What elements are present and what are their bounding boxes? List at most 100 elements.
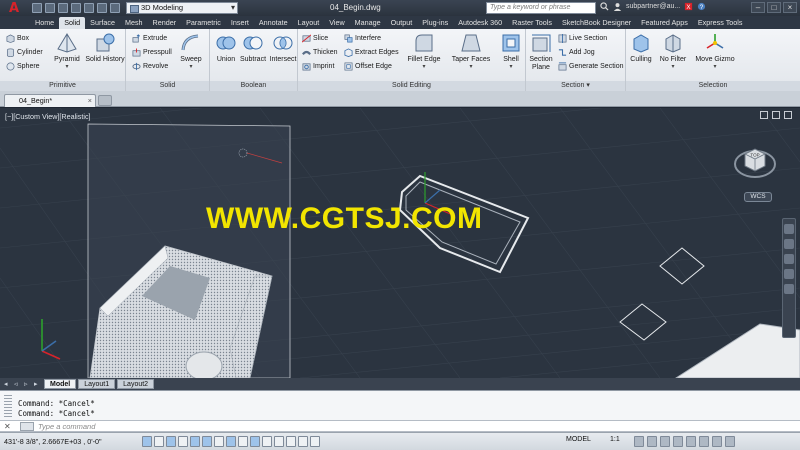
save-icon[interactable]: [58, 3, 68, 13]
tab-featured-apps[interactable]: Featured Apps: [636, 17, 693, 29]
maximize-icon[interactable]: [772, 111, 780, 119]
live-section-button[interactable]: Live Section: [558, 34, 607, 43]
grid-display-icon[interactable]: [166, 436, 176, 447]
zoom-icon[interactable]: [784, 254, 794, 264]
exchange-icon[interactable]: X: [684, 2, 693, 11]
clean-screen-icon[interactable]: [725, 436, 735, 447]
move-gizmo-button[interactable]: Move Gizmo ▾: [694, 32, 736, 70]
hardware-acceleration-icon[interactable]: [686, 436, 696, 447]
tab-express-tools[interactable]: Express Tools: [693, 17, 748, 29]
extract-edges-button[interactable]: Extract Edges: [344, 48, 399, 57]
orbit-icon[interactable]: [784, 269, 794, 279]
steering-wheel-icon[interactable]: [784, 224, 794, 234]
object-snap-icon[interactable]: [202, 436, 212, 447]
workspace-select[interactable]: 3D Modeling: [126, 2, 238, 14]
generate-section-button[interactable]: Generate Section: [558, 62, 623, 71]
tab-model[interactable]: Model: [44, 379, 77, 389]
help-icon[interactable]: ?: [697, 2, 706, 11]
tab-layout1[interactable]: Layout1: [78, 379, 116, 389]
tab-layout[interactable]: Layout: [293, 17, 325, 29]
plot-icon[interactable]: [84, 3, 94, 13]
close-icon[interactable]: ×: [783, 2, 797, 13]
tab-manage[interactable]: Manage: [350, 17, 386, 29]
new-drawing-tab-button[interactable]: [98, 95, 112, 106]
section-plane-button[interactable]: Section Plane: [528, 32, 554, 72]
prev-layout-icon[interactable]: ◃: [14, 380, 22, 389]
command-input[interactable]: Type a command: [38, 422, 95, 431]
culling-button[interactable]: Culling: [628, 32, 654, 64]
minimize-icon[interactable]: [760, 111, 768, 119]
pan-icon[interactable]: [784, 239, 794, 249]
tab-plug-ins[interactable]: Plug-ins: [417, 17, 453, 29]
thicken-button[interactable]: Thicken: [302, 48, 338, 57]
undo-icon[interactable]: [97, 3, 107, 13]
tab-sketchbook-designer[interactable]: SketchBook Designer: [557, 17, 636, 29]
interfere-button[interactable]: Interfere: [344, 34, 381, 43]
imprint-button[interactable]: Imprint: [302, 62, 334, 71]
tab-surface[interactable]: Surface: [85, 17, 120, 29]
no-filter-button[interactable]: No Filter ▾: [656, 32, 690, 70]
close-icon[interactable]: [784, 111, 792, 119]
box-button[interactable]: Box: [6, 34, 29, 43]
taper-faces-button[interactable]: Taper Faces ▾: [450, 32, 492, 70]
presspull-button[interactable]: Presspull: [132, 48, 172, 57]
showmotion-icon[interactable]: [784, 284, 794, 294]
customize-icon[interactable]: ✕: [4, 422, 14, 431]
ucs-icon[interactable]: [30, 313, 64, 363]
3d-object-snap-icon[interactable]: [214, 436, 224, 447]
tab-layout2[interactable]: Layout2: [117, 379, 155, 389]
close-tab-icon[interactable]: ×: [88, 95, 92, 107]
model-space-button[interactable]: MODEL: [566, 436, 591, 443]
lock-icon[interactable]: [673, 436, 683, 447]
command-line[interactable]: ✕ Type a command: [0, 420, 800, 432]
tab-view[interactable]: View: [324, 17, 349, 29]
ortho-mode-icon[interactable]: [178, 436, 188, 447]
autocad-logo-icon[interactable]: A: [0, 0, 28, 16]
intersect-button[interactable]: Intersect: [267, 32, 299, 64]
square-object[interactable]: [659, 247, 705, 285]
annotation-monitor-icon[interactable]: [310, 436, 320, 447]
polar-tracking-icon[interactable]: [190, 436, 200, 447]
document-tab[interactable]: 04_Begin* ×: [4, 94, 96, 107]
extrude-button[interactable]: Extrude: [132, 34, 167, 43]
viewport-controls-label[interactable]: [−][Custom View][Realistic]: [5, 112, 91, 121]
tab-solid[interactable]: Solid: [59, 17, 86, 29]
sphere-object[interactable]: [185, 351, 223, 378]
annotation-scale[interactable]: 1:1: [610, 436, 620, 443]
sphere-button[interactable]: Sphere: [6, 62, 40, 71]
chevron-down-icon[interactable]: ▾: [586, 82, 590, 89]
tab-output[interactable]: Output: [386, 17, 418, 29]
new-icon[interactable]: [32, 3, 42, 13]
snap-mode-icon[interactable]: [154, 436, 164, 447]
pyramid-button[interactable]: Pyramid ▾: [52, 32, 82, 70]
auto-scale-icon[interactable]: [647, 436, 657, 447]
status-menu-icon[interactable]: [712, 436, 722, 447]
shell-button[interactable]: Shell ▾: [498, 32, 524, 70]
revolve-button[interactable]: Revolve: [132, 62, 168, 71]
last-layout-icon[interactable]: ▸: [34, 380, 42, 389]
search-icon[interactable]: [600, 2, 609, 11]
tab-raster-tools[interactable]: Raster Tools: [507, 17, 557, 29]
object-snap-tracking-icon[interactable]: [226, 436, 236, 447]
wcs-menu-button[interactable]: WCS: [744, 192, 772, 202]
user-name[interactable]: subpartner@au...: [626, 3, 680, 10]
dynamic-ucs-icon[interactable]: [238, 436, 248, 447]
isolate-objects-icon[interactable]: [699, 436, 709, 447]
subtract-button[interactable]: Subtract: [237, 32, 269, 64]
redo-icon[interactable]: [110, 3, 120, 13]
coordinate-readout[interactable]: 431'-8 3/8", 2.6667E+03 , 0'-0": [4, 437, 102, 446]
solid-history-button[interactable]: Solid History: [85, 32, 125, 64]
drawing-viewport[interactable]: [−][Custom View][Realistic] TOP WCS WWW.…: [0, 108, 800, 378]
workspace-switching-icon[interactable]: [660, 436, 670, 447]
command-grip-handle[interactable]: [4, 395, 12, 417]
next-layout-icon[interactable]: ▹: [24, 380, 32, 389]
save-as-icon[interactable]: [71, 3, 81, 13]
fillet-edge-button[interactable]: Fillet Edge ▾: [406, 32, 442, 70]
minimize-icon[interactable]: –: [751, 2, 765, 13]
tab-home[interactable]: Home: [30, 17, 59, 29]
sweep-button[interactable]: Sweep ▾: [176, 32, 206, 70]
search-input[interactable]: Type a keyword or phrase: [486, 2, 596, 14]
tab-render[interactable]: Render: [148, 17, 182, 29]
union-button[interactable]: Union: [213, 32, 239, 64]
tab-insert[interactable]: Insert: [226, 17, 254, 29]
